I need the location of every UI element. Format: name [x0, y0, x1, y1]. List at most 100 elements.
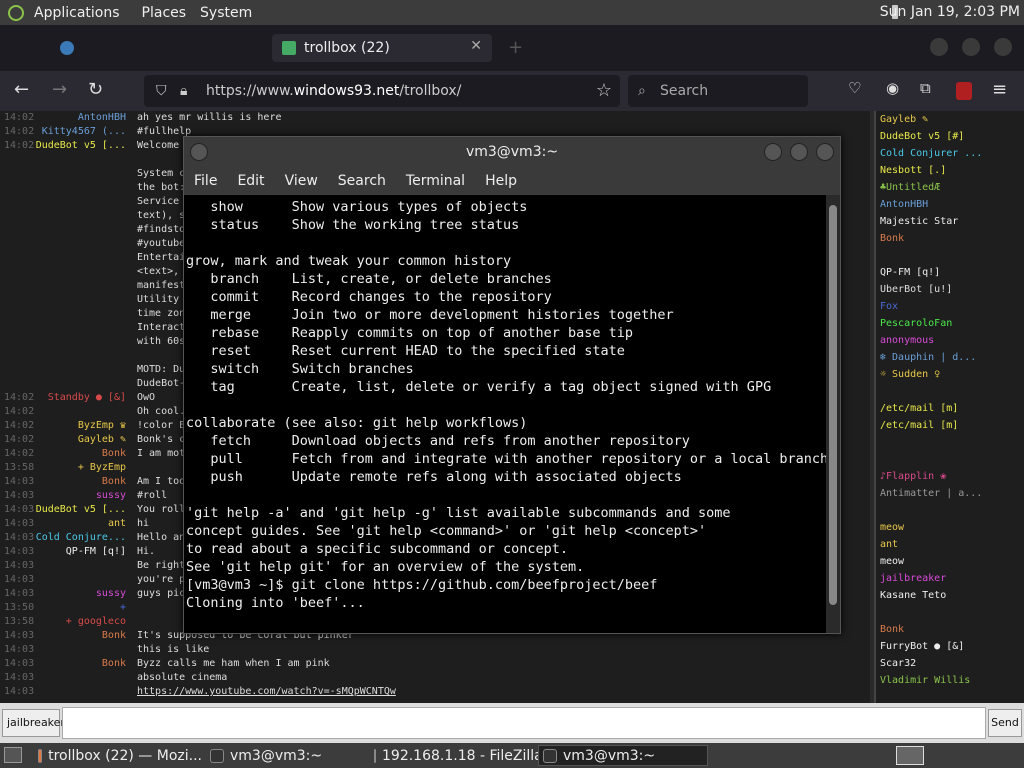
message-nick[interactable]: ByzEmp ♛ — [6, 420, 126, 431]
user-list-item[interactable]: ant — [876, 536, 1024, 553]
url-bar[interactable]: ⛉ 🔒︎ https://www.windows93.net/trollbox/… — [144, 75, 620, 107]
user-list-item[interactable]: Antimatter | a... — [876, 485, 1024, 502]
user-list-item[interactable] — [876, 434, 1024, 451]
send-button[interactable]: Send — [988, 709, 1022, 737]
message-nick[interactable]: sussy — [6, 490, 126, 501]
user-list-item[interactable]: Bonk — [876, 230, 1024, 247]
minimize-icon[interactable] — [930, 38, 948, 56]
message-input[interactable] — [62, 707, 986, 739]
terminal-scrollbar[interactable] — [826, 195, 840, 633]
message-nick[interactable]: Gayleb ✎ — [6, 434, 126, 445]
tab-trollbox[interactable]: trollbox (22) ✕ — [272, 34, 492, 62]
account-icon[interactable]: ◉ — [886, 79, 899, 97]
user-list-item[interactable]: Bonk — [876, 621, 1024, 638]
show-desktop-icon[interactable] — [4, 747, 22, 763]
message-nick[interactable]: QP-FM [q!] — [6, 546, 126, 557]
user-list-item[interactable]: Vladimir Willis — [876, 672, 1024, 689]
extensions-icon[interactable]: ⧉ — [920, 79, 931, 97]
menu-view[interactable]: View — [285, 173, 318, 189]
menu-terminal[interactable]: Terminal — [406, 173, 465, 189]
message-nick[interactable]: Bonk — [6, 630, 126, 641]
nick-button[interactable]: jailbreaker — [2, 709, 65, 737]
menu-places[interactable]: Places — [142, 5, 187, 21]
user-list-item[interactable]: AntonHBH — [876, 196, 1024, 213]
distro-logo-icon[interactable] — [8, 4, 24, 21]
user-list-item[interactable]: Scar32 — [876, 655, 1024, 672]
message-nick[interactable]: + ByzEmp — [6, 462, 126, 473]
message-nick[interactable]: ant — [6, 518, 126, 529]
message-nick[interactable]: Bonk — [6, 476, 126, 487]
ublock-icon[interactable] — [956, 82, 972, 100]
menu-help[interactable]: Help — [485, 173, 517, 189]
menu-applications[interactable]: Applications — [34, 5, 120, 21]
shield-icon[interactable]: ⛉ — [156, 75, 167, 107]
terminal-window[interactable]: vm3@vm3:~ File Edit View Search Terminal… — [183, 136, 841, 634]
user-list-item[interactable]: jailbreaker — [876, 570, 1024, 587]
user-list-item[interactable]: DudeBot v5 [#] — [876, 128, 1024, 145]
user-list-item[interactable]: UberBot [u!] — [876, 281, 1024, 298]
message-nick[interactable]: Cold Conjure... — [6, 532, 126, 543]
user-list-item[interactable]: Fox — [876, 298, 1024, 315]
maximize-icon[interactable] — [962, 38, 980, 56]
message-nick[interactable]: + googleco — [6, 616, 126, 627]
terminal-minimize-icon[interactable] — [764, 143, 782, 161]
reload-icon[interactable]: ↻ — [88, 79, 103, 100]
user-list-item[interactable]: FurryBot ● [&] — [876, 638, 1024, 655]
scrollbar-thumb[interactable] — [829, 205, 837, 605]
taskbar-task[interactable]: 192.168.1.18 - FileZilla — [370, 745, 543, 766]
tab-close-icon[interactable]: ✕ — [470, 38, 482, 54]
close-icon[interactable] — [994, 38, 1012, 56]
message-nick[interactable]: Standby ● [&] — [6, 392, 126, 403]
terminal-output[interactable]: show Show various types of objects statu… — [184, 195, 826, 633]
user-list-item[interactable]: meow — [876, 553, 1024, 570]
message-nick[interactable]: AntonHBH — [6, 112, 126, 123]
search-bar[interactable]: ⌕ Search — [628, 75, 808, 107]
user-list-item[interactable]: /etc/mail [m] — [876, 417, 1024, 434]
taskbar-task[interactable]: trollbox (22) — Mozi... — [34, 745, 202, 766]
message-nick[interactable]: Bonk — [6, 658, 126, 669]
message-text[interactable]: https://www.youtube.com/watch?v=-sMQpWCN… — [137, 686, 396, 697]
message-nick[interactable]: DudeBot v5 [... — [6, 504, 126, 515]
user-list-item[interactable]: ☼ Sudden ♀ — [876, 366, 1024, 383]
message-nick[interactable]: sussy — [6, 588, 126, 599]
terminal-close-icon[interactable] — [816, 143, 834, 161]
back-icon[interactable]: ← — [14, 79, 29, 100]
taskbar-task[interactable]: vm3@vm3:~ — [206, 745, 366, 766]
user-list-item[interactable]: Cold Conjurer ... — [876, 145, 1024, 162]
terminal-titlebar[interactable]: vm3@vm3:~ — [184, 137, 840, 167]
menu-system[interactable]: System — [200, 5, 252, 21]
message-nick[interactable]: Bonk — [6, 448, 126, 459]
message-nick[interactable]: Kitty4567 (... — [6, 126, 126, 137]
user-list-item[interactable]: ♪Flapplin ❀ — [876, 468, 1024, 485]
user-list-item[interactable] — [876, 604, 1024, 621]
taskbar-task[interactable]: vm3@vm3:~ — [538, 745, 708, 766]
terminal-maximize-icon[interactable] — [790, 143, 808, 161]
user-list-item[interactable] — [876, 502, 1024, 519]
menu-file[interactable]: File — [194, 173, 217, 189]
user-list-item[interactable]: Kasane Teto — [876, 587, 1024, 604]
user-list-item[interactable] — [876, 247, 1024, 264]
user-list-item[interactable] — [876, 383, 1024, 400]
menu-search[interactable]: Search — [338, 173, 386, 189]
bookmark-star-icon[interactable]: ☆ — [596, 75, 612, 107]
user-list-item[interactable] — [876, 451, 1024, 468]
new-tab-icon[interactable]: + — [508, 37, 523, 58]
user-list[interactable]: Gayleb ✎ DudeBot v5 [#] Cold Conjurer ... N… — [874, 111, 1024, 703]
user-list-item[interactable]: QP-FM [q!] — [876, 264, 1024, 281]
message-nick[interactable]: + — [6, 602, 126, 613]
user-list-item[interactable]: anonymous — [876, 332, 1024, 349]
tab-inactive[interactable] — [50, 34, 260, 62]
user-list-item[interactable]: /etc/mail [m] — [876, 400, 1024, 417]
clock[interactable]: Sun Jan 19, 2:03 PM — [880, 4, 1020, 20]
user-list-item[interactable]: Majestic Star — [876, 213, 1024, 230]
workspace-switcher[interactable] — [896, 746, 924, 765]
user-list-item[interactable]: ♣UntitledÆ — [876, 179, 1024, 196]
message-nick[interactable]: DudeBot v5 [... — [6, 140, 126, 151]
hamburger-menu-icon[interactable]: ≡ — [992, 79, 1007, 100]
pocket-icon[interactable]: ♡ — [848, 79, 861, 97]
user-list-item[interactable]: PescaroloFan — [876, 315, 1024, 332]
user-list-item[interactable]: ❄ Dauphin | d... — [876, 349, 1024, 366]
menu-edit[interactable]: Edit — [237, 173, 264, 189]
forward-icon[interactable]: → — [52, 79, 67, 100]
user-list-item[interactable]: Gayleb ✎ — [876, 111, 1024, 128]
